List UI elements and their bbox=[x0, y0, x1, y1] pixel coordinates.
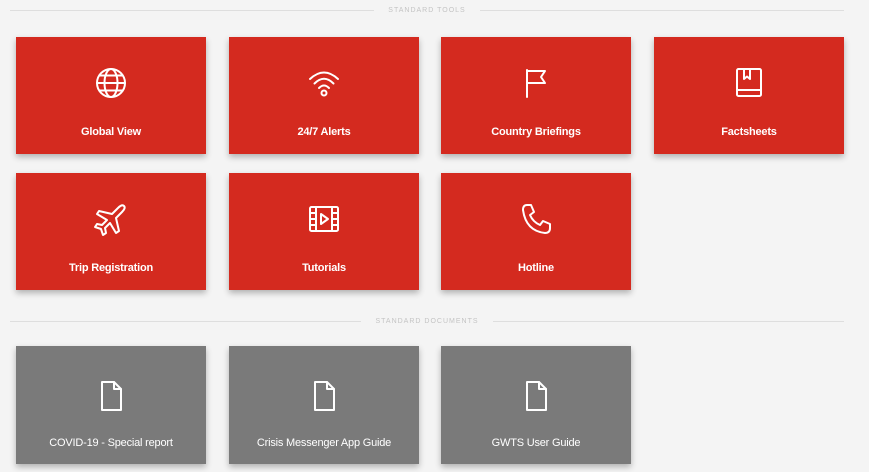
tile-label: Hotline bbox=[518, 262, 554, 274]
tile-hotline[interactable]: Hotline bbox=[441, 173, 631, 290]
tile-label: GWTS User Guide bbox=[491, 437, 581, 449]
tile-factsheets[interactable]: Factsheets bbox=[654, 37, 844, 154]
tile-tutorials[interactable]: Tutorials bbox=[229, 173, 419, 290]
tile-trip-registration[interactable]: Trip Registration bbox=[16, 173, 206, 290]
airplane-icon bbox=[91, 199, 131, 239]
documents-section-title: Standard Documents bbox=[361, 317, 493, 325]
tools-section-title: Standard Tools bbox=[374, 6, 480, 14]
tile-crisis-messenger-guide[interactable]: Crisis Messenger App Guide bbox=[229, 346, 419, 464]
tile-covid-report[interactable]: COVID-19 - Special report bbox=[16, 346, 206, 464]
document-icon bbox=[91, 376, 131, 416]
tile-gwts-user-guide[interactable]: GWTS User Guide bbox=[441, 346, 631, 464]
tile-label: 24/7 Alerts bbox=[297, 126, 351, 138]
tile-country-briefings[interactable]: Country Briefings bbox=[441, 37, 631, 154]
video-icon bbox=[304, 199, 344, 239]
wifi-icon bbox=[304, 63, 344, 103]
tile-label: Trip Registration bbox=[69, 262, 153, 274]
document-icon bbox=[516, 376, 556, 416]
document-icon bbox=[304, 376, 344, 416]
tools-section-header: Standard Tools bbox=[10, 4, 844, 16]
tile-label: Global View bbox=[81, 126, 141, 138]
documents-section-header: Standard Documents bbox=[10, 315, 844, 327]
globe-icon bbox=[91, 63, 131, 103]
tile-label: Factsheets bbox=[721, 126, 777, 138]
book-icon bbox=[729, 63, 769, 103]
tile-global-view[interactable]: Global View bbox=[16, 37, 206, 154]
tile-label: Tutorials bbox=[302, 262, 346, 274]
flag-icon bbox=[516, 63, 556, 103]
phone-icon bbox=[516, 199, 556, 239]
tile-label: Crisis Messenger App Guide bbox=[256, 437, 392, 449]
tile-label: COVID-19 - Special report bbox=[49, 437, 173, 449]
tile-alerts[interactable]: 24/7 Alerts bbox=[229, 37, 419, 154]
tile-label: Country Briefings bbox=[491, 126, 581, 138]
